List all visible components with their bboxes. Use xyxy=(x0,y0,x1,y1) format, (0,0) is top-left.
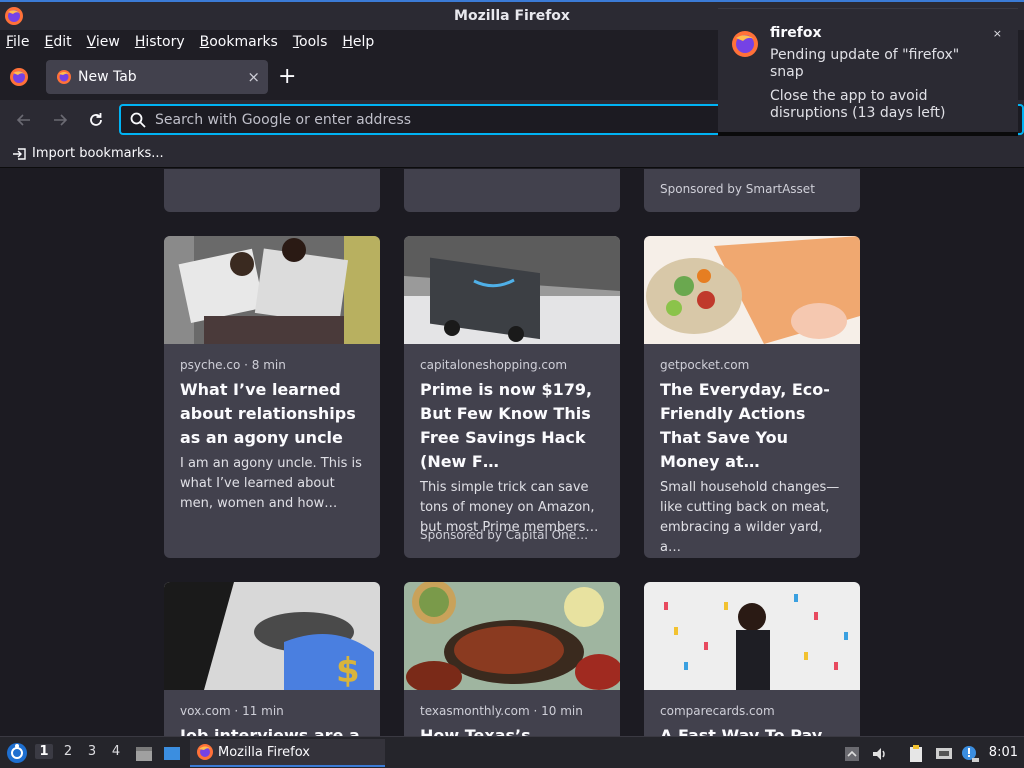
story-source: psyche.co · 8 min xyxy=(180,358,286,372)
new-tab-page: Sponsored by SmartAsset psyche.co · 8 mi… xyxy=(0,169,1024,736)
bookmarks-toolbar: Import bookmarks... xyxy=(0,140,1024,168)
story-card[interactable]: psyche.co · 8 min What I’ve learned abou… xyxy=(164,236,380,558)
url-input[interactable] xyxy=(155,111,715,128)
search-icon xyxy=(130,112,146,128)
story-card[interactable]: texasmonthly.com · 10 min How Texas’s Me… xyxy=(404,582,620,736)
notification-detail: Close the app to avoid disruptions (13 d… xyxy=(770,88,946,121)
workspace-2[interactable]: 2 xyxy=(59,744,77,759)
window-title: Mozilla Firefox xyxy=(454,8,570,24)
story-headline: What I’ve learned about relationships as… xyxy=(180,380,356,447)
taskbar: 1 2 3 4 Mozilla Firefox 8:01 xyxy=(0,736,1024,768)
story-thumbnail: $ xyxy=(164,582,380,690)
story-source: vox.com · 11 min xyxy=(180,704,284,718)
menu-edit[interactable]: Edit xyxy=(42,34,73,50)
sponsor-label: Sponsored by Capital One… xyxy=(420,528,589,542)
story-card[interactable]: Sponsored by SmartAsset xyxy=(644,169,860,212)
firefox-icon xyxy=(57,70,71,84)
reload-icon xyxy=(90,113,102,126)
updates-icon[interactable] xyxy=(960,744,980,764)
firefox-view-icon[interactable] xyxy=(8,66,30,88)
show-desktop-icon[interactable] xyxy=(162,744,182,764)
story-card[interactable] xyxy=(164,169,380,212)
story-card[interactable]: capitaloneshopping.com Prime is now $179… xyxy=(404,236,620,558)
menu-bookmarks[interactable]: Bookmarks xyxy=(198,34,280,50)
story-source: getpocket.com xyxy=(660,358,750,372)
story-headline: How Texas’s Mexican xyxy=(420,726,531,736)
forward-button[interactable] xyxy=(48,108,72,132)
reload-button[interactable] xyxy=(84,108,108,132)
start-menu-icon[interactable] xyxy=(6,742,28,764)
tab-label: New Tab xyxy=(78,69,137,85)
taskbar-window-label: Mozilla Firefox xyxy=(218,744,310,760)
import-icon xyxy=(13,147,26,160)
new-tab-button[interactable]: + xyxy=(278,64,296,89)
sponsor-label: Sponsored by SmartAsset xyxy=(660,182,815,196)
story-thumbnail xyxy=(644,236,860,344)
story-source: capitaloneshopping.com xyxy=(420,358,568,372)
firefox-icon xyxy=(197,744,213,760)
arrow-left-icon xyxy=(16,114,30,126)
story-headline: Job interviews are a xyxy=(180,726,360,736)
story-card[interactable] xyxy=(404,169,620,212)
story-headline: The Everyday, Eco-Friendly Actions That … xyxy=(660,380,830,471)
story-thumbnail xyxy=(164,236,380,344)
story-thumbnail xyxy=(404,236,620,344)
menu-tools[interactable]: Tools xyxy=(291,34,330,50)
firefox-icon xyxy=(732,31,758,57)
firefox-icon xyxy=(5,7,23,25)
arrow-right-icon xyxy=(54,114,68,126)
close-icon[interactable]: × xyxy=(993,27,1002,40)
story-source: texasmonthly.com · 10 min xyxy=(420,704,583,718)
menu-history[interactable]: History xyxy=(133,34,187,50)
svg-text:$: $ xyxy=(336,651,360,690)
network-icon[interactable] xyxy=(934,744,954,764)
clock[interactable]: 8:01 xyxy=(989,745,1018,760)
story-headline: Prime is now $179, But Few Know This Fre… xyxy=(420,380,593,471)
story-thumbnail xyxy=(404,582,620,690)
story-source: comparecards.com xyxy=(660,704,775,718)
menu-view[interactable]: View xyxy=(85,34,122,50)
menu-file[interactable]: File xyxy=(4,34,31,50)
story-excerpt: Small household changes—like cutting bac… xyxy=(660,480,840,555)
workspace-4[interactable]: 4 xyxy=(107,744,125,759)
volume-icon[interactable] xyxy=(870,744,890,764)
menu-help[interactable]: Help xyxy=(340,34,376,50)
story-card[interactable]: $ vox.com · 11 min Job interviews are a xyxy=(164,582,380,736)
file-manager-icon[interactable] xyxy=(134,744,154,764)
notification-app-name: firefox xyxy=(770,25,822,41)
story-thumbnail xyxy=(644,582,860,690)
story-excerpt: I am an agony uncle. This is what I’ve l… xyxy=(180,456,362,511)
notification-message: Pending update of "firefox" snap xyxy=(770,47,960,80)
tray-up-arrow-icon[interactable] xyxy=(842,744,862,764)
import-bookmarks-link[interactable]: Import bookmarks... xyxy=(32,146,164,161)
tab-close-icon[interactable]: × xyxy=(247,68,260,86)
story-headline: A Fast Way To Pay Off xyxy=(660,726,823,736)
update-notification[interactable]: firefox Pending update of "firefox" snap… xyxy=(718,8,1018,136)
story-card[interactable]: getpocket.com The Everyday, Eco-Friendly… xyxy=(644,236,860,558)
clipboard-icon[interactable] xyxy=(906,744,926,764)
back-button[interactable] xyxy=(12,108,36,132)
story-card[interactable]: comparecards.com A Fast Way To Pay Off xyxy=(644,582,860,736)
workspace-1[interactable]: 1 xyxy=(35,744,53,759)
tab-new-tab[interactable]: New Tab × xyxy=(46,60,268,94)
workspace-3[interactable]: 3 xyxy=(83,744,101,759)
taskbar-firefox-window[interactable]: Mozilla Firefox xyxy=(190,739,385,767)
